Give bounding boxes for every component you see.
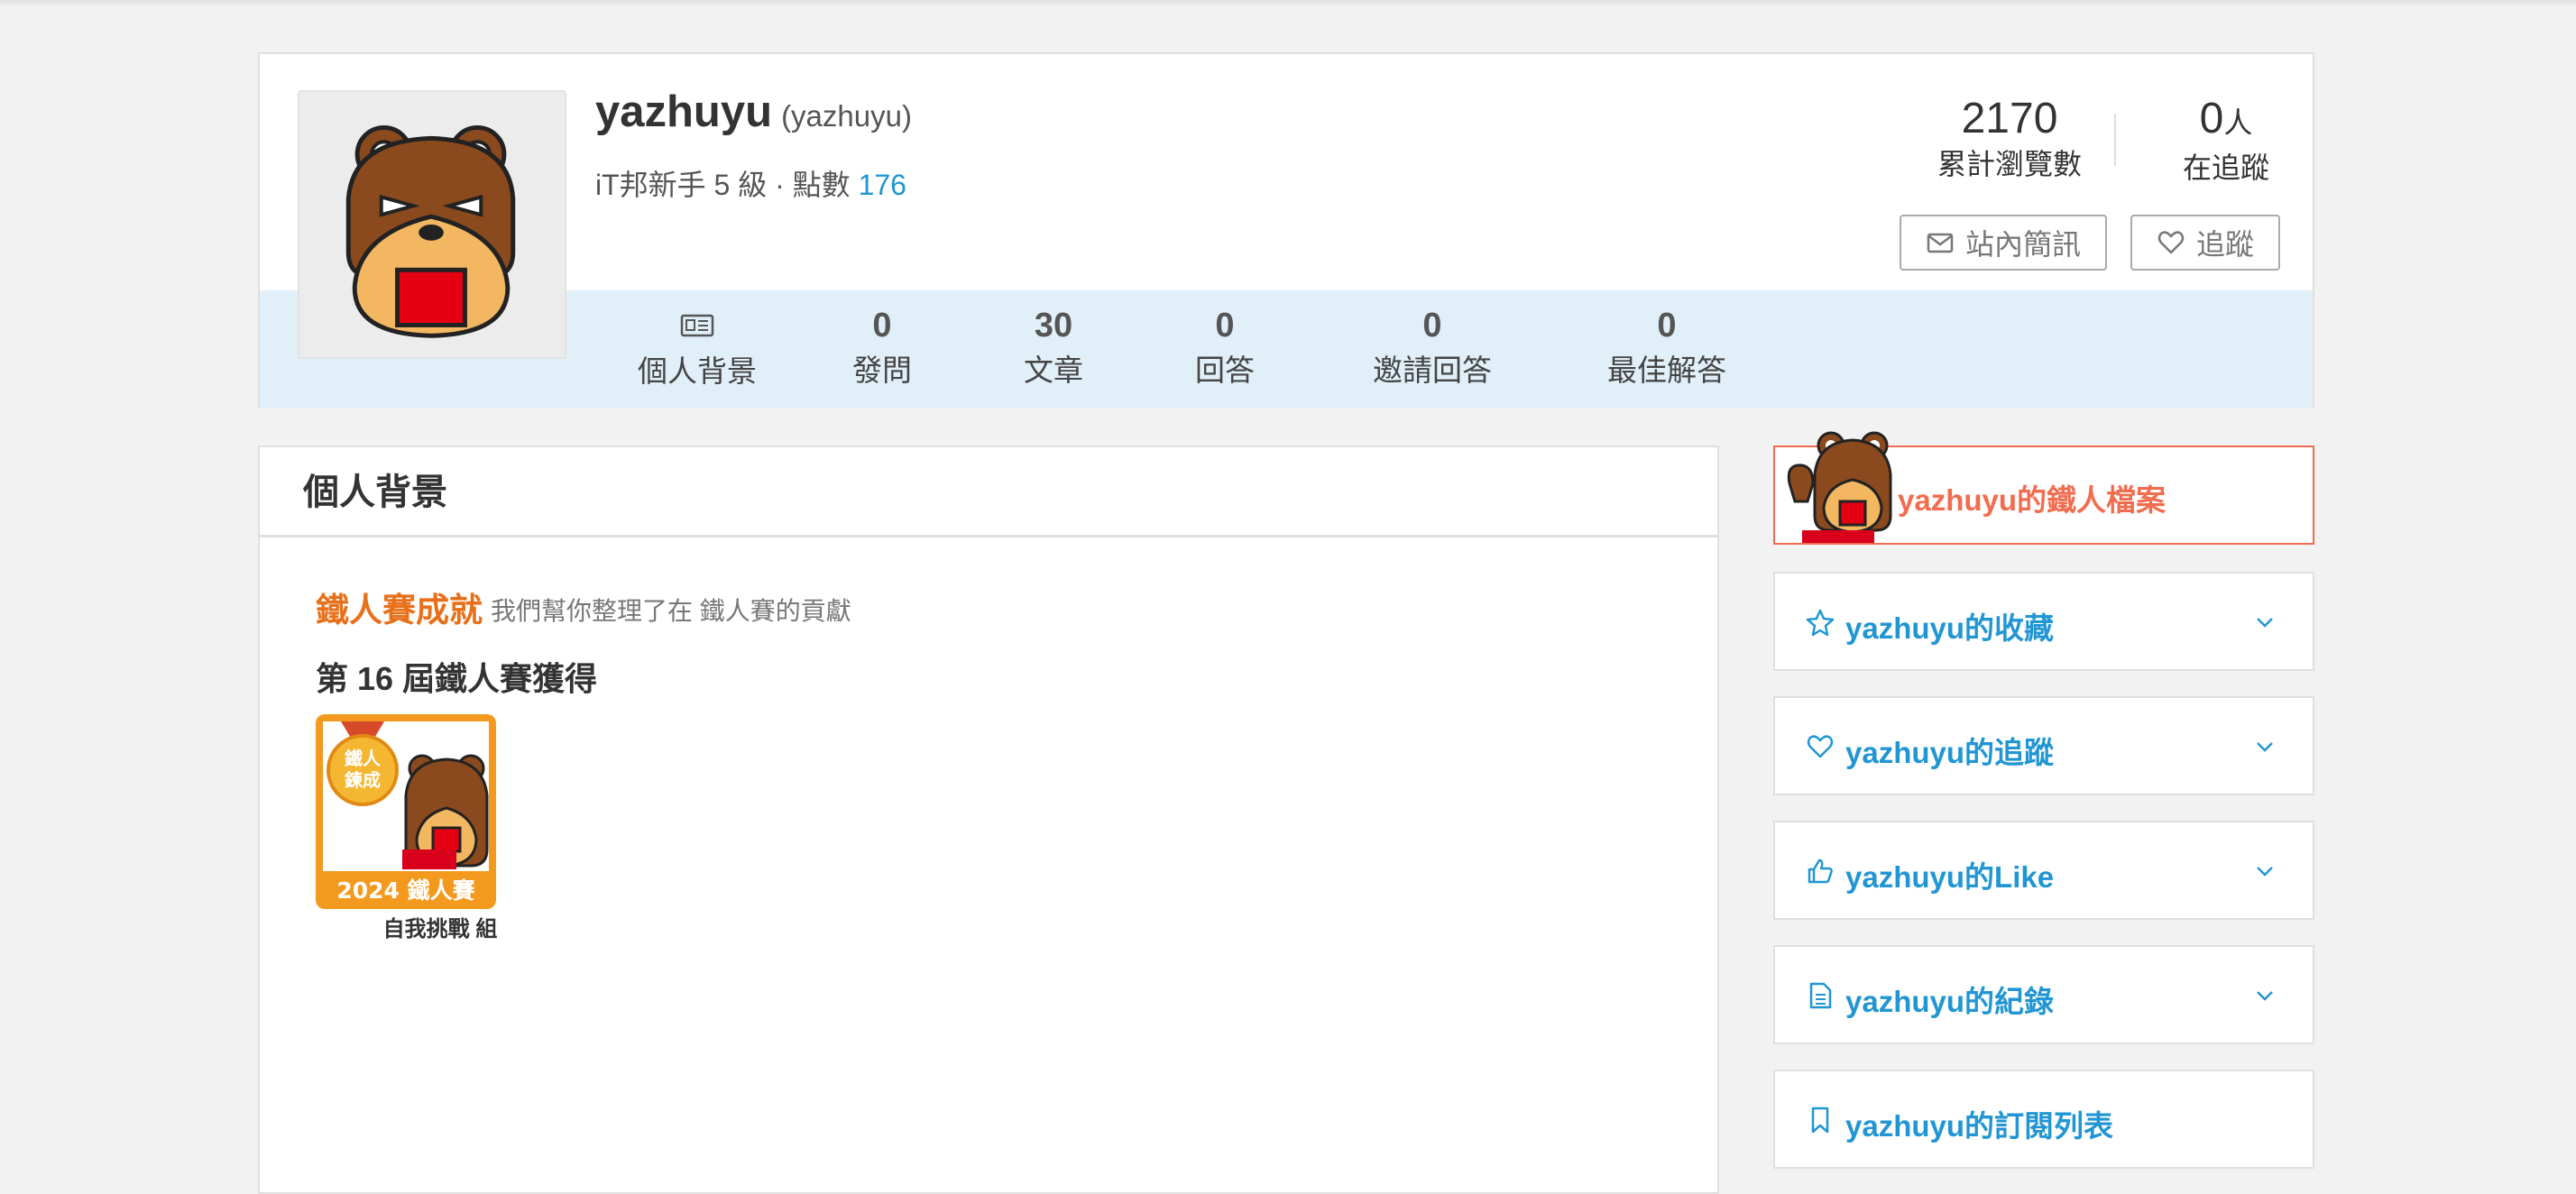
- panel-title: 個人背景: [260, 447, 1717, 537]
- profile-tabs-band: [260, 290, 2313, 408]
- followers-value-row: 0人: [2154, 92, 2298, 150]
- follow-button[interactable]: 追蹤: [2130, 215, 2280, 271]
- tab-value: 0: [872, 307, 892, 344]
- ironman-mascot-icon: [1787, 431, 1892, 543]
- bookmark-icon: [1811, 1107, 1829, 1134]
- username-text: yazhuyu: [595, 87, 773, 136]
- thumbs-up-icon: [1808, 859, 1833, 884]
- season-title: 第 16 屆鐵人賽獲得: [316, 660, 598, 697]
- sidebar-item-subscriptions[interactable]: yazhuyu的訂閱列表: [1773, 1070, 2314, 1169]
- profile-header: yazhuyu (yazhuyu) iT邦新手 5 級 · 點數 176 2170…: [258, 52, 2314, 408]
- profile-level: iT邦新手 5 級 · 點數 176: [595, 162, 906, 204]
- achievement-description: 我們幫你整理了在 鐵人賽的貢獻: [491, 597, 851, 625]
- badge-year-label: 2024 鐵人賽: [336, 877, 475, 904]
- tab-value: 0: [1215, 307, 1235, 344]
- chevron-down-icon: [2257, 618, 2273, 628]
- profile-username: yazhuyu (yazhuyu): [595, 87, 912, 137]
- follow-button-label: 追蹤: [2195, 228, 2254, 261]
- heart-icon: [1807, 735, 1834, 758]
- tab-questions[interactable]: 0 發問: [837, 303, 927, 393]
- chevron-down-icon: [2257, 867, 2273, 877]
- sidebar-item-following[interactable]: yazhuyu的追蹤: [1773, 696, 2314, 795]
- top-shadow: [0, 0, 2576, 7]
- followers-label: 在追蹤: [2182, 152, 2269, 184]
- tab-answers[interactable]: 0 回答: [1180, 303, 1270, 393]
- tab-invited-answers[interactable]: 0 邀請回答: [1360, 303, 1504, 393]
- tab-value: 0: [1657, 307, 1677, 344]
- followers-value: 0: [2199, 95, 2224, 142]
- views-stat: 2170 累計瀏覽數: [1919, 92, 2100, 182]
- star-icon: [1806, 609, 1835, 637]
- points-value[interactable]: 176: [859, 169, 906, 201]
- profile-card-icon: [680, 314, 714, 337]
- medal-text-1: 鐵人: [345, 748, 382, 769]
- tab-articles[interactable]: 30 文章: [1008, 303, 1099, 393]
- tab-value: 30: [1034, 307, 1073, 344]
- tab-best-answers[interactable]: 0 最佳解答: [1577, 303, 1757, 393]
- ironman-badge[interactable]: 鐵人 鍊成 2024 鐵人賽: [316, 714, 496, 909]
- followers-stat[interactable]: 0人 在追蹤: [2154, 92, 2298, 186]
- sidebar-item-label: yazhuyu的紀錄: [1845, 985, 2055, 1018]
- chevron-down-icon: [2257, 742, 2273, 752]
- username-handle: (yazhuyu): [781, 99, 912, 133]
- tab-label: 邀請回答: [1373, 354, 1492, 387]
- background-panel: 個人背景 鐵人賽成就 我們幫你整理了在 鐵人賽的貢獻 第 16 屆鐵人賽獲得 鐵…: [258, 445, 1719, 1194]
- medal-text-2: 鍊成: [345, 769, 381, 791]
- avatar[interactable]: [298, 90, 566, 359]
- chevron-down-icon: [2257, 991, 2273, 1001]
- badge-group-label: 自我挑戰 組: [382, 917, 498, 941]
- bear-avatar-icon: [345, 124, 516, 338]
- sidebar-item-likes[interactable]: yazhuyu的Like: [1773, 821, 2314, 920]
- ironman-badge-image: 鐵人 鍊成 2024 鐵人賽: [316, 714, 496, 909]
- heart-icon: [2157, 231, 2185, 254]
- tab-value: 0: [1422, 307, 1442, 344]
- sidebar-item-records[interactable]: yazhuyu的紀錄: [1773, 945, 2314, 1044]
- followers-unit: 人: [2223, 106, 2253, 139]
- sidebar-item-label: yazhuyu的收藏: [1845, 611, 2055, 645]
- tab-label: 最佳解答: [1607, 354, 1726, 387]
- tab-label: 個人背景: [638, 354, 757, 388]
- message-button-label: 站內簡訊: [1964, 228, 2081, 261]
- sidebar-item-label: yazhuyu的追蹤: [1845, 736, 2055, 769]
- stat-divider: [2114, 114, 2116, 166]
- envelope-icon: [1927, 233, 1954, 253]
- tab-label: 回答: [1195, 354, 1255, 387]
- ironman-profile-link[interactable]: yazhuyu的鐵人檔案: [1773, 431, 2314, 545]
- views-value: 2170: [1961, 95, 2058, 142]
- tab-background-icon-wrap: [621, 303, 774, 349]
- tab-label: 文章: [1024, 354, 1083, 387]
- sidebar-item-label: yazhuyu的Like: [1845, 860, 2055, 894]
- message-button[interactable]: 站內簡訊: [1900, 215, 2107, 271]
- tab-label: 發問: [852, 354, 912, 387]
- views-label: 累計瀏覽數: [1937, 148, 2082, 180]
- document-icon: [1809, 982, 1832, 1009]
- achievement-title: 鐵人賽成就: [316, 592, 483, 629]
- ironman-profile-label: yazhuyu的鐵人檔案: [1898, 483, 2167, 517]
- level-text: iT邦新手 5 級 · 點數: [595, 169, 851, 201]
- tab-background[interactable]: 個人背景: [621, 303, 774, 394]
- sidebar-item-label: yazhuyu的訂閱列表: [1845, 1109, 2114, 1143]
- sidebar-item-favorites[interactable]: yazhuyu的收藏: [1773, 572, 2314, 671]
